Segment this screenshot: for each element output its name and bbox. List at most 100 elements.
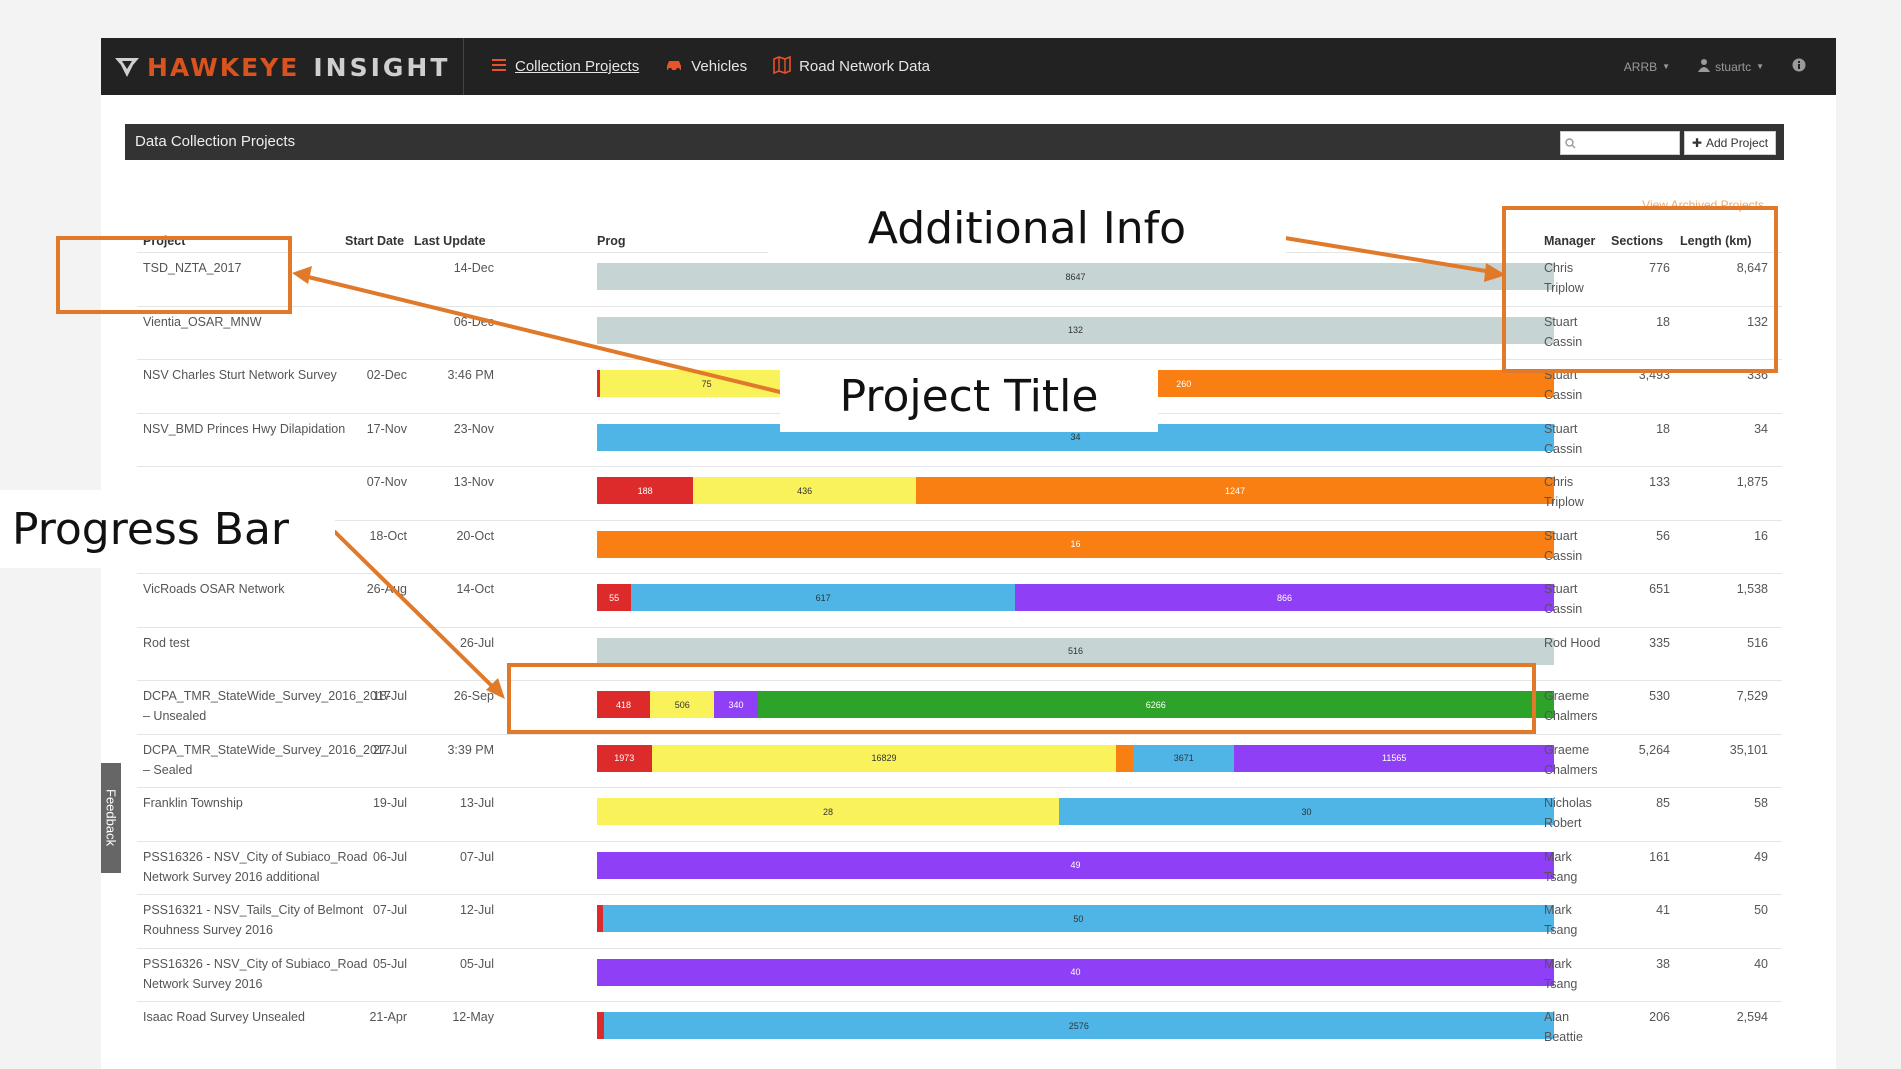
progress-segment[interactable]: 188 xyxy=(597,477,694,504)
user-dropdown[interactable]: stuartc ▼ xyxy=(1698,58,1764,75)
length-cell: 58 xyxy=(1754,796,1768,810)
progress-segment[interactable]: 866 xyxy=(1015,584,1554,611)
search-input[interactable] xyxy=(1560,131,1680,155)
progress-segment[interactable]: 3671 xyxy=(1133,744,1235,772)
sections-cell: 41 xyxy=(1656,903,1670,917)
manager-cell: Chris Triplow xyxy=(1544,475,1584,509)
progress-bar[interactable]: 50 xyxy=(597,905,1554,932)
project-title-cell: DCPA_TMR_StateWide_Survey_2016_2017 – Se… xyxy=(143,742,391,777)
table-row[interactable]: DCPA_TMR_StateWide_Survey_2016_2017 – Se… xyxy=(137,733,1782,787)
progress-segment[interactable]: 40 xyxy=(597,958,1554,986)
panel-header: Data Collection Projects ✚ Add Project xyxy=(125,124,1784,160)
table-row[interactable]: Franklin Township 19-Jul 13-Jul 28 30 Nichola… xyxy=(137,787,1782,840)
last-update-cell: 23-Nov xyxy=(453,421,494,436)
table-row[interactable]: 18-Oct 20-Oct 16 Stuart Cassin 56 16 xyxy=(137,519,1782,573)
add-project-button[interactable]: ✚ Add Project xyxy=(1684,131,1776,155)
nav-right: ARRB ▼ stuartc ▼ xyxy=(1624,38,1806,95)
plus-icon: ✚ xyxy=(1691,136,1702,150)
progress-segment[interactable]: 8647 xyxy=(597,263,1554,290)
length-cell: 7,529 xyxy=(1736,689,1768,703)
org-label: ARRB xyxy=(1623,59,1658,74)
additional-info-highlight xyxy=(1502,206,1778,373)
start-date-cell: 02-Dec xyxy=(366,368,407,382)
nav-label: Vehicles xyxy=(691,58,748,75)
progress-segment[interactable]: 49 xyxy=(597,851,1554,879)
manager-cell: Stuart Cassin xyxy=(1544,528,1583,563)
progress-segment[interactable] xyxy=(597,1012,604,1039)
sections-cell: 335 xyxy=(1649,635,1670,650)
progress-segment[interactable]: 50 xyxy=(602,905,1554,932)
table-row[interactable]: PSS16326 - NSV_City of Subiaco_Road Netw… xyxy=(137,840,1782,894)
nav-vehicles[interactable]: Vehicles xyxy=(665,57,747,77)
start-date-cell: 06-Jul xyxy=(372,849,407,864)
start-date-cell: 18-Oct xyxy=(369,528,407,543)
add-project-label: Add Project xyxy=(1706,136,1769,150)
progress-bar[interactable]: 16 xyxy=(597,530,1554,558)
table-row[interactable]: VicRoads OSAR Network 26-Aug 14-Oct 55 617 86… xyxy=(137,573,1782,626)
start-date-cell: 27-Jul xyxy=(372,742,407,757)
progress-bar[interactable]: 132 xyxy=(597,316,1554,344)
progress-segment[interactable]: 30 xyxy=(1059,798,1554,825)
project-title-cell: PSS16326 - NSV_City of Subiaco_Road Netw… xyxy=(143,849,368,884)
last-update-cell: 3:39 PM xyxy=(447,742,494,757)
progress-bar[interactable]: 516 xyxy=(597,637,1554,665)
progress-segment[interactable]: 132 xyxy=(597,316,1554,344)
progress-segment[interactable]: 16 xyxy=(597,530,1554,558)
progress-segment[interactable]: 55 xyxy=(597,584,632,611)
nav-divider xyxy=(463,38,464,95)
progress-bar[interactable]: 1973 16829 3671 11565 xyxy=(597,744,1554,772)
progress-segment[interactable]: 436 xyxy=(693,477,917,504)
header-progress[interactable]: Prog xyxy=(597,234,625,248)
progress-segment[interactable]: 2576 xyxy=(603,1012,1554,1039)
progress-segment[interactable]: 516 xyxy=(597,637,1554,665)
feedback-tab[interactable]: Feedback xyxy=(101,763,121,873)
last-update-cell: 05-Jul xyxy=(459,956,494,971)
last-update-cell: 3:46 PM xyxy=(447,368,494,382)
progress-segment[interactable]: 617 xyxy=(631,584,1016,611)
org-dropdown[interactable]: ARRB ▼ xyxy=(1624,60,1670,74)
progress-segment[interactable]: 16829 xyxy=(651,744,1117,772)
search-icon xyxy=(1565,136,1576,154)
map-icon xyxy=(773,55,791,78)
table-row[interactable]: PSS16326 - NSV_City of Subiaco_Road Netw… xyxy=(137,947,1782,1001)
last-update-cell: 20-Oct xyxy=(456,528,494,543)
manager-cell: Alan Beattie xyxy=(1544,1010,1583,1044)
length-cell: 1,875 xyxy=(1736,475,1768,489)
sections-cell: 38 xyxy=(1656,956,1670,971)
sections-cell: 5,264 xyxy=(1638,742,1670,757)
last-update-cell: 07-Jul xyxy=(459,849,494,864)
table-row[interactable]: PSS16321 - NSV_Tails_City of Belmont Rou… xyxy=(137,894,1782,947)
sections-cell: 133 xyxy=(1649,475,1670,489)
progress-bar[interactable]: 28 30 xyxy=(597,798,1554,825)
table-row[interactable]: 07-Nov 13-Nov 188 436 1247 Chris Triplow 133 1,… xyxy=(137,466,1782,519)
app-window: HAWKEYE INSIGHT Collection Projects Vehi… xyxy=(101,38,1836,1069)
progress-bar[interactable]: 188 436 1247 xyxy=(597,477,1554,504)
table-row[interactable]: Isaac Road Survey Unsealed 21-Apr 12-May 25… xyxy=(137,1001,1782,1054)
progress-segment[interactable]: 11565 xyxy=(1234,744,1554,772)
progress-segment[interactable]: 1247 xyxy=(916,477,1554,504)
screenshot-stage: HAWKEYE INSIGHT Collection Projects Vehi… xyxy=(0,0,1901,1069)
header-last-update[interactable]: Last Update xyxy=(414,234,486,248)
progress-bar[interactable]: 55 617 866 xyxy=(597,584,1554,611)
progress-segment[interactable]: 1973 xyxy=(597,744,652,772)
sections-cell: 651 xyxy=(1649,582,1670,596)
brand[interactable]: HAWKEYE INSIGHT xyxy=(113,48,450,86)
nav-collection-projects[interactable]: Collection Projects xyxy=(491,57,639,77)
progress-bar[interactable]: 40 xyxy=(597,958,1554,986)
last-update-cell: 26-Sep xyxy=(453,689,494,703)
manager-cell: Stuart Cassin xyxy=(1544,421,1583,456)
sections-cell: 56 xyxy=(1656,528,1670,543)
project-title-cell: Isaac Road Survey Unsealed xyxy=(143,1010,305,1024)
start-date-cell: 19-Jul xyxy=(372,796,407,810)
header-start-date[interactable]: Start Date xyxy=(345,234,404,248)
nav-road-network-data[interactable]: Road Network Data xyxy=(773,55,930,78)
progress-bar[interactable]: 49 xyxy=(597,851,1554,879)
sections-cell: 161 xyxy=(1649,849,1670,864)
progress-segment[interactable] xyxy=(1116,744,1134,772)
progress-segment[interactable]: 28 xyxy=(597,798,1059,825)
progress-bar[interactable]: 2576 xyxy=(597,1012,1554,1039)
sections-cell: 85 xyxy=(1656,796,1670,810)
hawkeye-logo-icon xyxy=(113,55,141,79)
progress-bar[interactable]: 8647 xyxy=(597,263,1554,290)
info-icon[interactable] xyxy=(1792,58,1806,75)
